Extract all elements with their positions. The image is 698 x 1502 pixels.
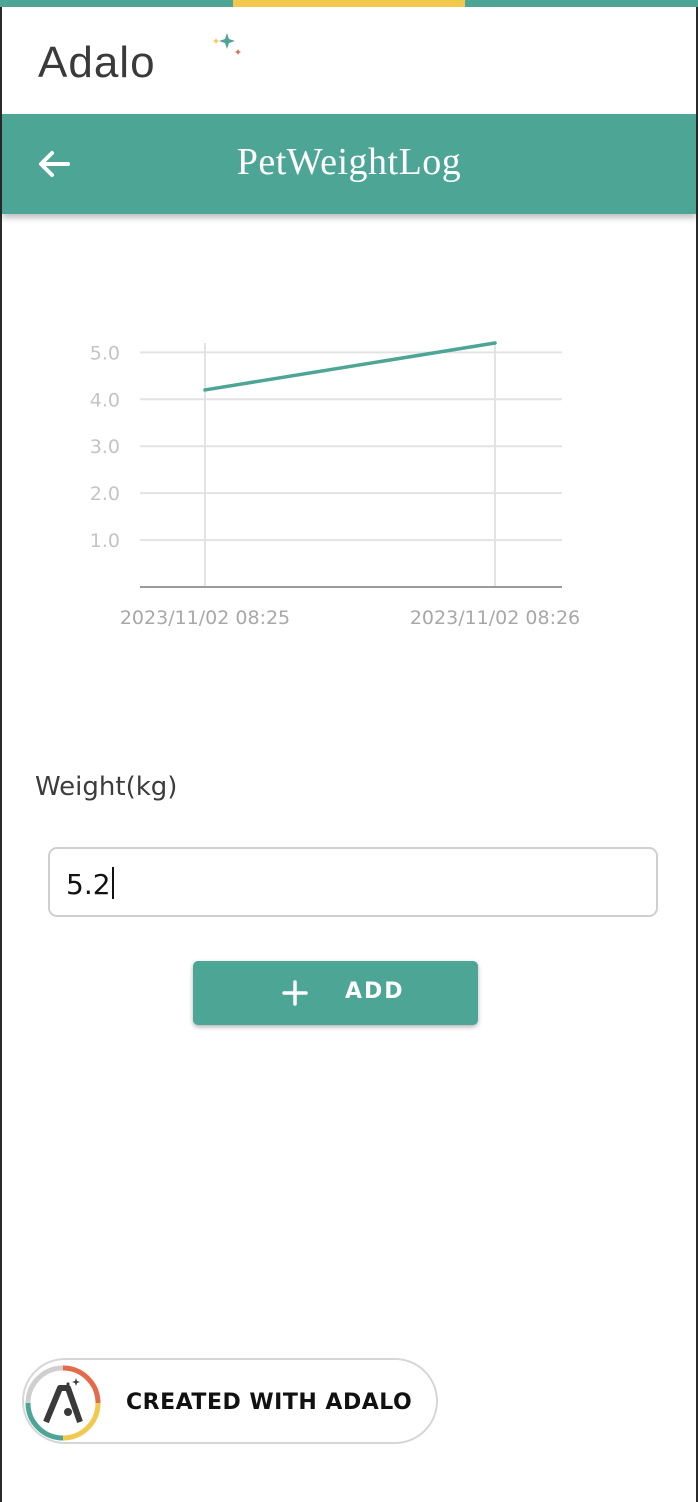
- sparkle-icon: [213, 33, 241, 55]
- brand-header: Adalo: [2, 7, 696, 114]
- text-caret: [111, 867, 114, 899]
- add-button[interactable]: ADD: [193, 961, 478, 1025]
- y-tick-label: 4.0: [90, 389, 120, 411]
- series-line: [203, 341, 497, 392]
- page-title: PetWeightLog: [236, 141, 462, 183]
- created-with-adalo-badge[interactable]: CREATED WITH ADALO: [22, 1358, 438, 1444]
- y-tick-label: 3.0: [90, 436, 120, 458]
- window-border-left: [0, 0, 2, 1502]
- y-tick-label: 1.0: [90, 530, 120, 552]
- add-button-label: ADD: [345, 979, 405, 1004]
- adalo-logo: Adalo: [38, 33, 241, 91]
- weight-line-chart: 1.0 2.0 3.0 4.0 5.0 2023/11/02 08:25 2023/11/0…: [90, 341, 580, 629]
- adalo-badge-logo-icon: [25, 1365, 101, 1441]
- y-tick-label: 2.0: [90, 483, 120, 505]
- weight-input[interactable]: 5.2: [48, 847, 658, 917]
- weight-label: Weight(kg): [35, 772, 178, 802]
- badge-label: CREATED WITH ADALO: [126, 1390, 413, 1415]
- top-color-stripe: [0, 0, 698, 7]
- y-tick-label: 5.0: [90, 342, 120, 364]
- app-bar: PetWeightLog: [2, 114, 696, 214]
- weight-input-value: 5.2: [66, 867, 114, 901]
- x-tick-label: 2023/11/02 08:25: [120, 607, 290, 629]
- plus-icon: [282, 980, 308, 1006]
- x-tick-label: 2023/11/02 08:26: [410, 607, 580, 629]
- brand-name: Adalo: [38, 38, 156, 87]
